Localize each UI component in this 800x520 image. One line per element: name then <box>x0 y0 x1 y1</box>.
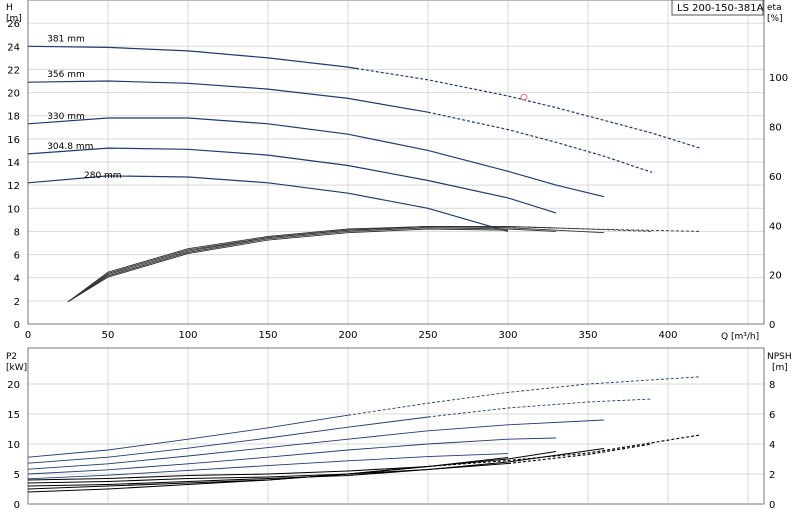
flow-axis-label: Q [m³/h] <box>721 332 759 342</box>
head-efficiency-curves <box>27 45 701 303</box>
head-curve <box>27 80 429 113</box>
npsh-tick-label: 2 <box>769 470 775 481</box>
npsh-tick-label: 0 <box>769 500 775 511</box>
flow-tick-label: 300 <box>498 330 517 341</box>
head-tick-label: 14 <box>7 158 20 169</box>
power-axis-ticks: 0 5 10 15 20 <box>7 380 20 511</box>
head-tick-label: 8 <box>14 227 20 238</box>
impeller-diameter-label: 330 mm <box>47 112 85 122</box>
npsh-axis-unit: [m] <box>772 363 788 373</box>
efficiency-curve <box>67 226 557 303</box>
pump-performance-chart: 02468101214161820222426 020406080100 0 50… <box>6 0 792 511</box>
efficiency-tick-label: 80 <box>769 123 782 134</box>
head-tick-label: 20 <box>7 89 20 100</box>
flow-tick-label: 50 <box>102 330 115 341</box>
impeller-diameter-label: 304.8 mm <box>47 142 93 152</box>
impeller-diameter-label: 381 mm <box>47 34 85 44</box>
head-tick-label: 6 <box>14 251 20 262</box>
flow-axis-ticks: 0 50 100 150 200 250 300 350 400 <box>25 330 678 341</box>
impeller-diameter-label: 280 mm <box>84 171 122 181</box>
flow-tick-label: 200 <box>338 330 357 341</box>
flow-tick-label: 0 <box>25 330 31 341</box>
flow-tick-label: 400 <box>658 330 677 341</box>
impeller-diameter-labels: 381 mm 356 mm 330 mm 304.8 mm 280 mm <box>47 34 121 181</box>
head-axis-unit: [m] <box>6 14 22 24</box>
npsh-tick-label: 6 <box>769 410 775 421</box>
head-tick-label: 22 <box>7 65 20 76</box>
power-curve-extrapolated <box>347 376 701 416</box>
power-tick-label: 15 <box>7 410 20 421</box>
head-curve-extrapolated <box>427 111 653 173</box>
power-axis-label: P2 <box>6 352 17 362</box>
npsh-curve <box>27 447 605 487</box>
head-axis-label: H <box>6 3 13 13</box>
power-tick-label: 10 <box>7 440 20 451</box>
chart-title: LS 200-150-381A <box>677 3 764 14</box>
head-tick-label: 10 <box>7 204 20 215</box>
head-tick-label: 12 <box>7 181 20 192</box>
impeller-diameter-label: 356 mm <box>47 70 85 80</box>
head-tick-label: 0 <box>14 320 20 331</box>
power-npsh-curves <box>27 376 701 493</box>
head-tick-label: 24 <box>7 42 20 53</box>
npsh-tick-label: 8 <box>769 380 775 391</box>
flow-tick-label: 100 <box>178 330 197 341</box>
flow-tick-label: 150 <box>258 330 277 341</box>
head-tick-label: 18 <box>7 112 20 123</box>
head-curve <box>27 45 357 69</box>
head-tick-label: 16 <box>7 135 20 146</box>
power-curve <box>27 419 605 470</box>
flow-tick-label: 350 <box>578 330 597 341</box>
efficiency-tick-label: 40 <box>769 221 782 232</box>
flow-tick-label: 250 <box>418 330 437 341</box>
efficiency-tick-label: 0 <box>769 320 775 331</box>
head-axis-ticks: 02468101214161820222426 <box>7 19 20 331</box>
head-tick-label: 2 <box>14 297 20 308</box>
efficiency-tick-label: 100 <box>769 73 788 84</box>
power-tick-label: 5 <box>14 470 20 481</box>
efficiency-axis-label: eta <box>767 3 782 13</box>
efficiency-axis-ticks: 0 20 40 60 80 100 <box>769 73 788 331</box>
power-curve <box>27 416 429 464</box>
power-curve <box>27 437 557 475</box>
npsh-axis-label: NPSH <box>767 352 792 362</box>
power-axis-unit: [kW] <box>6 363 27 373</box>
efficiency-axis-unit: [%] <box>767 14 783 24</box>
npsh-tick-label: 4 <box>769 440 775 451</box>
efficiency-tick-label: 60 <box>769 172 782 183</box>
efficiency-tick-label: 20 <box>769 271 782 282</box>
power-tick-label: 0 <box>14 500 20 511</box>
power-tick-label: 20 <box>7 380 20 391</box>
npsh-axis-ticks: 0 2 4 6 8 <box>769 380 775 511</box>
head-tick-label: 4 <box>14 274 20 285</box>
